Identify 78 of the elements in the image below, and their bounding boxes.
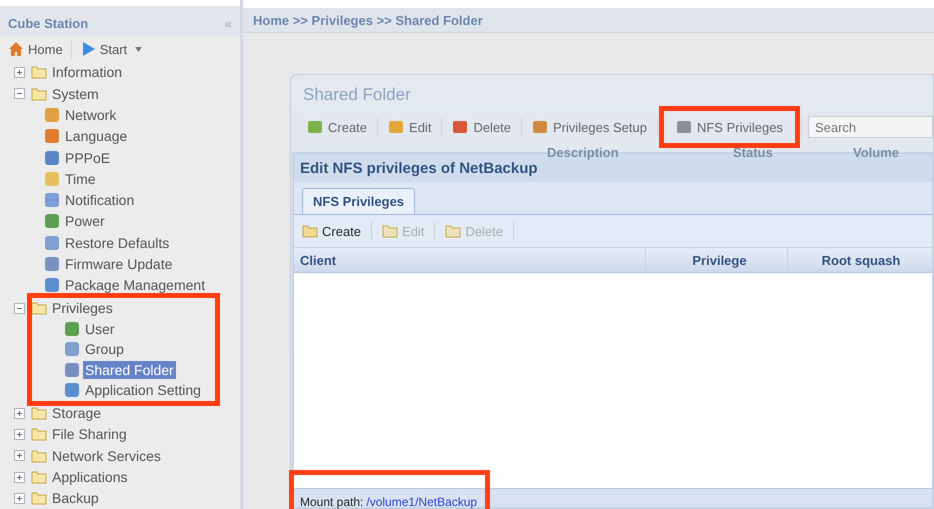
square-icon (44, 106, 60, 123)
square-icon (64, 362, 80, 378)
folder-icon (31, 300, 47, 316)
toolbar-button[interactable]: Create (303, 117, 372, 137)
tree-item[interactable]: Power (63, 212, 107, 230)
square-icon (44, 128, 60, 144)
expand-icon[interactable] (14, 492, 25, 504)
toolbar-button[interactable]: Create (298, 221, 366, 241)
house-icon (8, 41, 24, 58)
tree-item[interactable]: System (50, 84, 101, 103)
square-icon (64, 320, 80, 337)
caret-icon (135, 46, 142, 52)
tree-item[interactable]: Firmware Update (63, 255, 174, 274)
folder-icon (31, 64, 47, 80)
tree-item[interactable]: Shared Folder (83, 360, 176, 379)
folder-icon (31, 426, 47, 442)
square-icon (44, 213, 60, 230)
folder-icon (31, 448, 47, 464)
tree-item[interactable]: Privileges (50, 299, 115, 318)
window-title: Shared Folder (303, 85, 412, 106)
app-title: Cube Station (8, 16, 88, 31)
square-icon (44, 256, 60, 272)
column-header[interactable]: Privilege (646, 248, 788, 272)
square-icon (388, 119, 404, 135)
square-icon (44, 234, 60, 251)
tree-item[interactable]: Package Management (63, 276, 208, 294)
tree-item[interactable]: Network Services (50, 446, 163, 465)
tree-item[interactable]: Language (63, 127, 130, 146)
tree-item[interactable]: User (83, 320, 117, 338)
tree-item[interactable]: PPPoE (63, 148, 112, 167)
tree-item[interactable]: Backup (50, 489, 101, 508)
square-icon (44, 192, 60, 208)
expand-icon[interactable] (14, 428, 25, 440)
folder-icon (31, 86, 47, 102)
home-button[interactable]: Home (6, 39, 65, 60)
tab[interactable]: NFS Privileges (302, 188, 416, 214)
toolbar-button[interactable]: NFS Privileges (672, 117, 787, 137)
square-icon (44, 150, 60, 166)
tree-item[interactable]: Group (83, 340, 126, 358)
column-header[interactable]: Client (294, 248, 646, 272)
tree-item[interactable]: Network (63, 106, 118, 124)
folder-icon (302, 223, 318, 239)
expand-icon[interactable] (14, 472, 25, 483)
folder-icon (445, 223, 462, 239)
toolbar-button[interactable]: Edit (384, 117, 436, 137)
mount-path-link[interactable]: /volume1/NetBackup (366, 495, 478, 509)
tree-item[interactable]: Restore Defaults (63, 234, 172, 252)
folder-icon (31, 405, 47, 422)
tree-item[interactable]: Information (50, 63, 124, 82)
mount-path-label: Mount path: (300, 495, 364, 509)
square-icon (532, 119, 548, 135)
tree-item[interactable]: Application Setting (83, 381, 203, 400)
toolbar-button[interactable]: Privileges Setup (528, 117, 651, 137)
column-header[interactable]: Root squash (788, 248, 928, 272)
folder-icon (31, 490, 47, 506)
square-icon (44, 170, 60, 187)
toolbar-button[interactable]: Delete (448, 117, 516, 137)
expand-icon[interactable] (14, 408, 25, 419)
tree-item[interactable]: Storage (50, 404, 104, 422)
expand-icon[interactable] (14, 66, 25, 78)
tree-item[interactable]: Applications (50, 468, 130, 486)
square-icon (64, 382, 80, 398)
square-icon (676, 119, 692, 135)
collapse-icon[interactable] (14, 302, 25, 314)
tree-item[interactable]: File Sharing (50, 425, 129, 444)
expand-icon[interactable] (14, 450, 25, 462)
collapse-icon[interactable] (14, 88, 25, 100)
folder-icon (31, 469, 47, 486)
folder-icon (382, 223, 398, 239)
square-icon (64, 341, 80, 358)
breadcrumb: Home >> Privileges >> Shared Folder (253, 12, 483, 28)
square-icon (452, 119, 468, 135)
square-icon (44, 277, 60, 294)
square-icon (307, 119, 323, 135)
tree-item[interactable]: Notification (63, 191, 136, 210)
search-field[interactable]: Search (808, 116, 933, 138)
start-button[interactable]: Start (78, 39, 144, 60)
tree-item[interactable]: Time (63, 170, 98, 188)
